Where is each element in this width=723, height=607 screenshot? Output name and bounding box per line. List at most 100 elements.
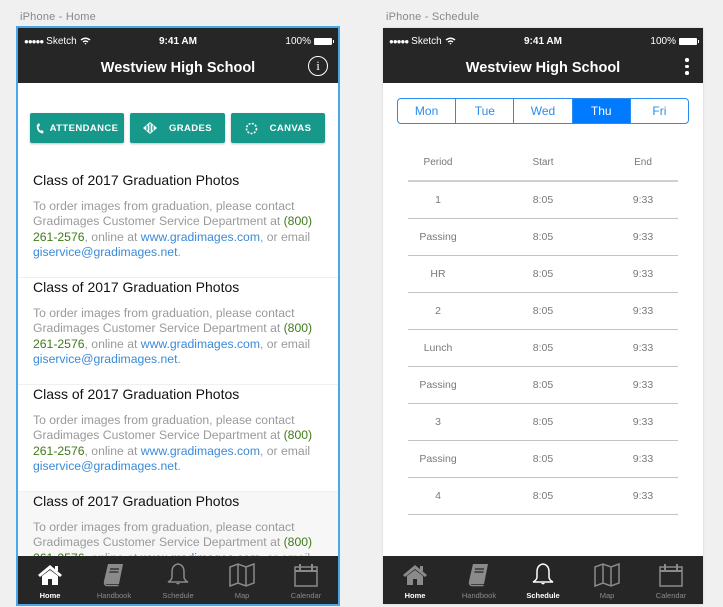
news-title: Class of 2017 Graduation Photos [33,172,240,188]
start-time-cell: 8:05 [532,379,554,391]
website-link[interactable]: www.gradimages.com [141,230,260,244]
bell-icon [167,563,189,585]
news-title: Class of 2017 Graduation Photos [33,386,240,402]
news-item[interactable]: Class of 2017 Graduation Photos To order… [18,171,338,278]
bell-icon [532,563,554,585]
tab-label: Schedule [526,591,560,600]
table-row: Passing 8:05 9:33 [408,367,678,404]
tab-home[interactable]: Home [18,556,82,604]
end-time-cell: 9:33 [632,231,654,243]
day-tab-wed[interactable]: Wed [514,99,573,123]
schedule-table: Period Start End 1 8:05 9:33 Passing 8:05 9:3… [408,144,678,515]
day-tab-fri[interactable]: Fri [631,99,688,123]
news-text: . [177,458,181,473]
grades-button[interactable]: GRADES [130,113,225,143]
table-header: Period Start End [408,144,678,182]
period-cell: Lunch [423,342,453,354]
news-text: , or email [259,229,311,244]
table-row: 1 8:05 9:33 [408,182,678,219]
phone-icon [36,123,44,133]
canvas-icon [245,122,257,134]
tab-handbook[interactable]: Handbook [447,556,511,604]
tab-bar: Home Handbook Schedule Map Calendar [18,556,338,604]
tab-map[interactable]: Map [210,556,274,604]
tab-schedule[interactable]: Schedule [511,556,575,604]
email-link[interactable]: giservice@gradimages.net [33,245,177,259]
table-row: Lunch 8:05 9:33 [408,330,678,367]
day-tab-mon[interactable]: Mon [398,99,457,123]
news-item[interactable]: Class of 2017 Graduation Photos To order… [18,278,338,385]
email-link[interactable]: giservice@gradimages.net [33,352,177,366]
period-cell: 3 [435,416,441,428]
tab-label: Map [234,591,250,600]
end-time-cell: 9:33 [632,490,654,502]
tab-schedule[interactable]: Schedule [146,556,210,604]
more-options-icon[interactable] [685,58,689,75]
tab-label: Home [39,591,61,600]
canvas-button[interactable]: CANVAS [231,113,325,143]
news-body: To order images from graduation, please … [33,413,323,474]
end-time-cell: 9:33 [632,379,654,391]
signal-icon: ●●●●● [389,36,409,46]
carrier-label: Sketch [46,35,77,47]
news-body: To order images from graduation, please … [33,306,323,367]
news-item[interactable]: Class of 2017 Graduation Photos To order… [18,385,338,492]
news-text: , online at [84,443,141,458]
news-text: To order images from graduation, please … [33,199,295,229]
end-time-cell: 9:33 [632,305,654,317]
carrier-label: Sketch [411,35,442,47]
news-text: To order images from graduation, please … [33,520,295,550]
tab-map[interactable]: Map [575,556,639,604]
attendance-button[interactable]: ATTENDANCE [30,113,124,143]
period-cell: Passing [419,379,457,391]
page-title: Westview High School [100,60,256,76]
table-row: 4 8:05 9:33 [408,478,678,515]
tab-handbook[interactable]: Handbook [82,556,146,604]
day-tab-thu[interactable]: Thu [572,99,631,123]
page-title: Westview High School [465,60,621,76]
status-bar: ●●●●● Sketch 9:41 AM 100% [18,28,338,54]
news-text: , or email [259,336,311,351]
artboard-label-home: iPhone - Home [20,11,96,23]
start-time-cell: 8:05 [532,453,554,465]
tab-calendar[interactable]: Calendar [639,556,703,604]
book-icon [103,564,123,587]
battery-icon [679,37,699,45]
wifi-icon [445,37,456,45]
home-icon [38,565,62,585]
day-tab-tue[interactable]: Tue [456,99,515,123]
start-time-cell: 8:05 [532,416,554,428]
tab-label: Calendar [655,591,687,600]
end-time-cell: 9:33 [632,194,654,206]
start-time-cell: 8:05 [532,305,554,317]
tab-calendar[interactable]: Calendar [274,556,338,604]
wifi-icon [80,37,91,45]
news-text: , online at [84,229,141,244]
start-time-cell: 8:05 [532,231,554,243]
schedule-screen: ●●●●● Sketch 9:41 AM 100% Westview High … [383,28,703,604]
news-text: , online at [84,336,141,351]
tab-label: Schedule [162,591,194,600]
news-text: . [177,244,181,259]
news-text: To order images from graduation, please … [33,306,295,336]
news-title: Class of 2017 Graduation Photos [33,279,240,295]
period-cell: 4 [435,490,441,502]
info-icon[interactable]: i [308,56,328,76]
tab-home[interactable]: Home [383,556,447,604]
calendar-icon [659,564,683,587]
website-link[interactable]: www.gradimages.com [141,337,260,351]
book-icon [468,564,488,587]
tab-label: Handbook [96,591,132,600]
battery-icon [314,37,334,45]
news-text: , or email [259,443,311,458]
period-cell: HR [430,268,446,280]
email-link[interactable]: giservice@gradimages.net [33,459,177,473]
news-list: Class of 2017 Graduation Photos To order… [18,171,338,599]
start-time-cell: 8:05 [532,268,554,280]
website-link[interactable]: www.gradimages.com [141,444,260,458]
news-title: Class of 2017 Graduation Photos [33,493,240,509]
attendance-label: ATTENDANCE [49,122,119,134]
home-screen: ●●●●● Sketch 9:41 AM 100% Westview High … [16,26,340,606]
start-time-cell: 8:05 [532,194,554,206]
quick-links: ATTENDANCE GRADES CANVAS [18,83,338,143]
